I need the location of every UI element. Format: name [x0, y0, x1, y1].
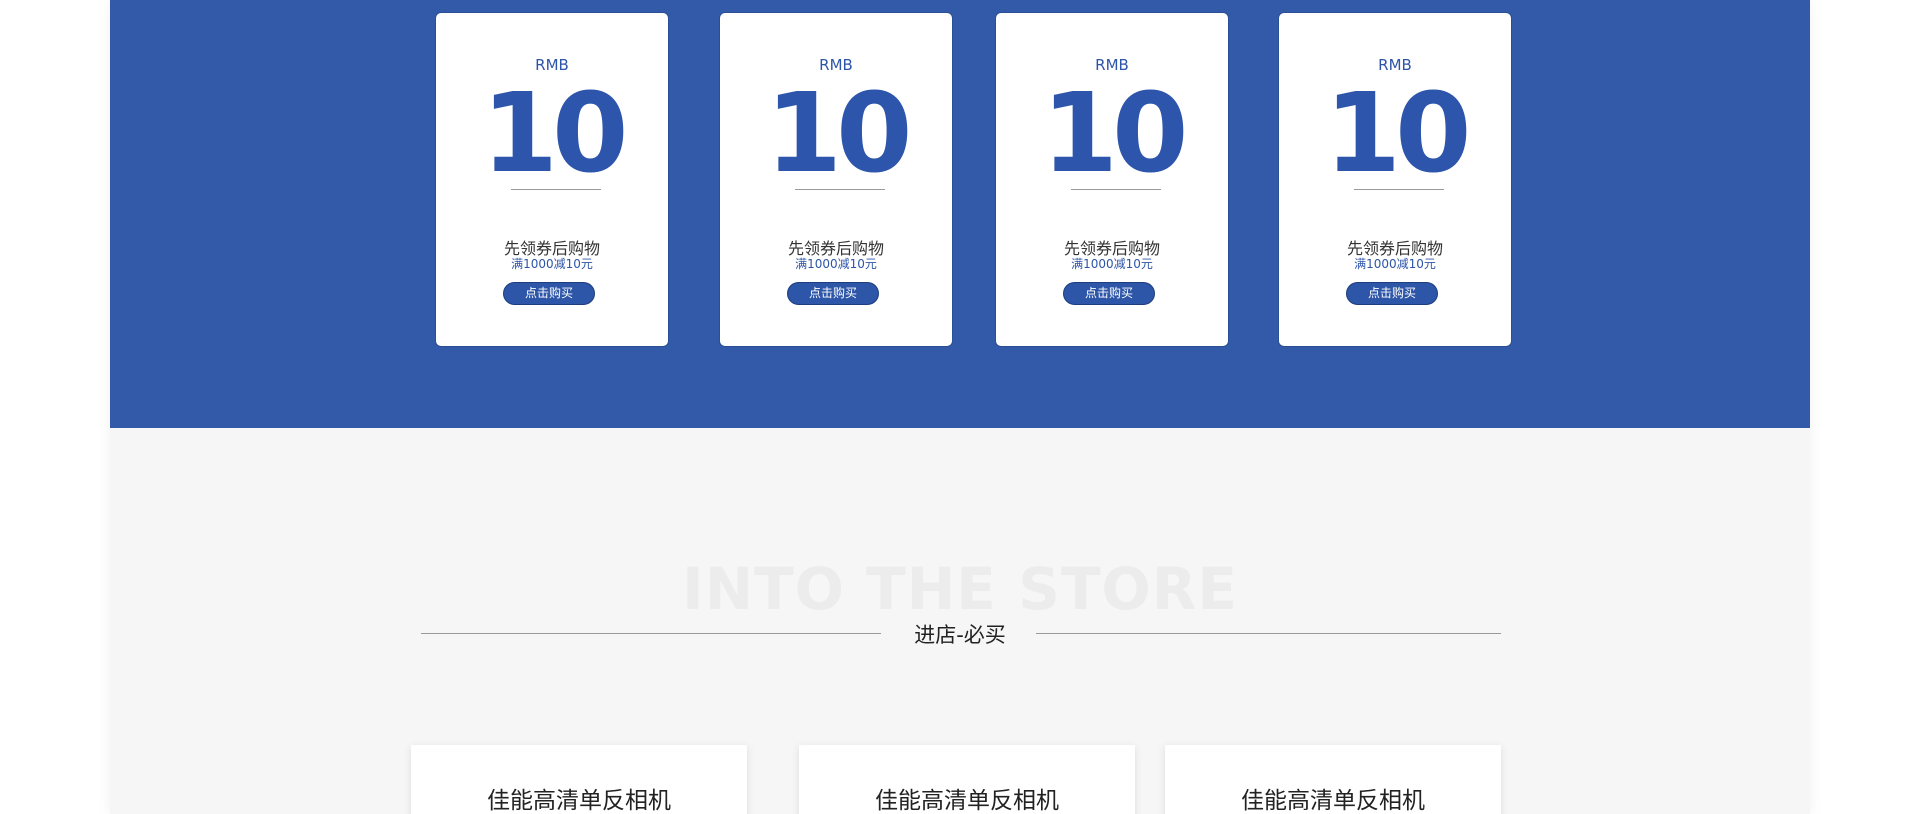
coupon-condition: 满1000减10元: [795, 257, 877, 271]
coupon-buy-button[interactable]: 点击购买: [1063, 282, 1155, 305]
coupon-divider: [795, 189, 885, 190]
coupon-condition: 满1000减10元: [1354, 257, 1436, 271]
coupon-buy-button[interactable]: 点击购买: [787, 282, 879, 305]
coupon-divider: [1071, 189, 1161, 190]
coupon-divider: [1354, 189, 1444, 190]
section-title: 进店-必买: [914, 623, 1006, 647]
coupon-buy-button[interactable]: 点击购买: [1346, 282, 1438, 305]
coupon-amount: 10: [1324, 69, 1471, 197]
coupon-divider: [511, 189, 601, 190]
coupon-card: RMB 10 先领券后购物 满1000减10元 点击购买: [1278, 12, 1512, 347]
coupon-buy-button[interactable]: 点击购买: [503, 282, 595, 305]
product-card[interactable]: 佳能高清单反相机: [411, 745, 747, 814]
product-card[interactable]: 佳能高清单反相机: [1165, 745, 1501, 814]
product-title: 佳能高清单反相机: [1241, 788, 1425, 814]
product-card[interactable]: 佳能高清单反相机: [799, 745, 1135, 814]
coupon-card: RMB 10 先领券后购物 满1000减10元 点击购买: [435, 12, 669, 347]
coupon-banner: RMB 10 先领券后购物 满1000减10元 点击购买 RMB 10 先领券后…: [110, 0, 1810, 428]
coupon-amount: 10: [1041, 69, 1188, 197]
coupon-amount: 10: [765, 69, 912, 197]
coupon-condition: 满1000减10元: [511, 257, 593, 271]
coupon-card: RMB 10 先领券后购物 满1000减10元 点击购买: [995, 12, 1229, 347]
page: RMB 10 先领券后购物 满1000减10元 点击购买 RMB 10 先领券后…: [0, 0, 1920, 814]
section-watermark-title: INTO THE STORE: [681, 555, 1239, 623]
coupon-condition: 满1000减10元: [1071, 257, 1153, 271]
coupon-amount: 10: [481, 69, 628, 197]
coupon-card: RMB 10 先领券后购物 满1000减10元 点击购买: [719, 12, 953, 347]
product-title: 佳能高清单反相机: [875, 788, 1059, 814]
product-title: 佳能高清单反相机: [487, 788, 671, 814]
content-area: RMB 10 先领券后购物 满1000减10元 点击购买 RMB 10 先领券后…: [110, 0, 1810, 814]
